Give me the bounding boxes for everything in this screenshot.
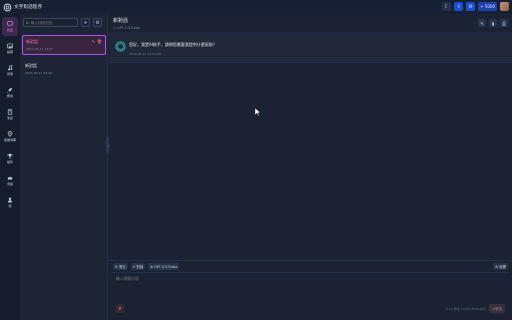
search-input[interactable] bbox=[31, 20, 77, 25]
model-select[interactable]: ⊛ GPT-3.5-Turbo bbox=[148, 263, 180, 270]
rail-label: 筆記 bbox=[6, 116, 13, 120]
trash-icon: ⊘ bbox=[115, 264, 118, 269]
send-button[interactable]: ➤ 發送 bbox=[489, 304, 505, 313]
rail-item-music[interactable]: 音樂 bbox=[2, 61, 18, 80]
export-icon: ⎙ bbox=[502, 20, 506, 26]
rail-item-me[interactable]: 我 bbox=[2, 193, 18, 212]
trash-icon: ⊘ bbox=[95, 19, 100, 26]
rail-item-image[interactable]: 繪圖 bbox=[2, 39, 18, 58]
crown-icon bbox=[7, 176, 13, 180]
app-title: 文字對話程序 bbox=[14, 5, 43, 10]
rail-item-apps[interactable]: 應用 bbox=[2, 83, 18, 102]
add-conversation-button[interactable]: + bbox=[81, 18, 90, 27]
rail-label: 我 bbox=[8, 204, 12, 208]
location-icon bbox=[7, 131, 13, 137]
rail-label: 音樂 bbox=[6, 72, 13, 76]
input-hint: Enter發送 | Shift+Enter換行 bbox=[445, 307, 486, 311]
tool-label: GPT-3.5-Turbo bbox=[154, 264, 178, 269]
delete-all-button[interactable]: ⊘ bbox=[93, 18, 102, 27]
send-label: 發送 bbox=[495, 307, 502, 311]
rail-label: 插件 bbox=[6, 160, 13, 164]
header-actions: ✎ ▮ ⎙ bbox=[478, 19, 508, 27]
conversation-time: 2024-06-11 14:07 bbox=[26, 47, 54, 51]
chat-model-label: GPT-3.5-Turbo bbox=[116, 26, 141, 30]
image-icon bbox=[7, 43, 13, 49]
tool-label: 設置 bbox=[499, 265, 506, 269]
rail-item-mindmap[interactable]: 思維導圖 bbox=[2, 127, 18, 146]
search-box bbox=[23, 18, 78, 27]
conversation-item[interactable]: 新對話 2024-06-11 09:46 bbox=[22, 60, 106, 80]
tool-label: 清空 bbox=[118, 265, 126, 269]
share-icon[interactable]: ⇪ bbox=[454, 2, 464, 11]
settings-icon[interactable]: ⚙ bbox=[466, 2, 476, 11]
search-icon bbox=[26, 21, 29, 24]
icon-rail: 對話 繪圖 音樂 應用 筆記 思維導圖 插件 會員 我 bbox=[0, 14, 20, 320]
avatar[interactable] bbox=[500, 2, 509, 11]
search-row: + ⊘ bbox=[23, 18, 102, 27]
rail-item-notes[interactable]: 筆記 bbox=[2, 105, 18, 124]
rail-item-member[interactable]: 會員 bbox=[2, 171, 18, 190]
user-icon bbox=[7, 197, 13, 203]
gear-icon: ⚙ bbox=[495, 264, 499, 269]
trophy-icon bbox=[7, 153, 13, 159]
chat-main: 新對話 ◎ GPT-3.5-Turbo ✎ ▮ ⎙ 您好，我是AI助手，請問您需… bbox=[109, 14, 512, 320]
top-bar: 文字對話程序 ☾ ⇪ ⚙ + 5000 bbox=[0, 0, 512, 14]
app-logo[interactable]: 文字對話程序 bbox=[3, 0, 42, 14]
chat-model: ◎ GPT-3.5-Turbo bbox=[113, 26, 508, 30]
conversation-time: 2024-06-11 09:46 bbox=[25, 71, 53, 75]
book-icon bbox=[7, 109, 13, 115]
openai-small-icon: ◎ bbox=[113, 26, 116, 30]
rail-label: 繪圖 bbox=[6, 50, 13, 54]
conversation-title: 新對話 bbox=[25, 63, 37, 68]
chat-icon bbox=[7, 21, 13, 27]
rocket-icon bbox=[7, 87, 13, 93]
chat-title: 新對話 bbox=[113, 18, 129, 24]
composer-toolbar: ⊘ 清空 ⊙ 對話 ⊛ GPT-3.5-Turbo ⚙ 設置 bbox=[109, 260, 512, 272]
attach-button[interactable]: ⬆ bbox=[116, 304, 124, 313]
message-input[interactable] bbox=[116, 276, 416, 288]
edit-icon: ✎ bbox=[480, 20, 484, 26]
delete-icon[interactable]: 🗑 bbox=[97, 39, 102, 44]
music-icon bbox=[7, 65, 13, 71]
mode-button[interactable]: ⊙ 對話 bbox=[130, 263, 146, 270]
openai-avatar-icon bbox=[115, 41, 126, 52]
settings-button[interactable]: ⚙ 設置 bbox=[493, 263, 508, 270]
conversation-item[interactable]: 新對話 2024-06-11 14:07 ✎ 🗑 bbox=[22, 35, 106, 55]
composer: ⬆ Enter發送 | Shift+Enter換行 ➤發送 bbox=[111, 272, 510, 318]
app-window: 文字對話程序 ☾ ⇪ ⚙ + 5000 對話 繪圖 音樂 應用 筆記 思維導圖 … bbox=[0, 0, 512, 320]
export-button[interactable]: ⎙ bbox=[500, 19, 508, 27]
rail-label: 對話 bbox=[6, 28, 13, 32]
trash-icon: ▮ bbox=[491, 20, 495, 26]
clear-button[interactable]: ⊘ 清空 bbox=[113, 263, 128, 270]
mouse-cursor-icon bbox=[255, 108, 261, 116]
chat-header: 新對話 ◎ GPT-3.5-Turbo ✎ ▮ ⎙ bbox=[109, 14, 512, 34]
model-icon: ⊛ bbox=[150, 264, 154, 269]
assistant-message: 您好，我是AI助手，請問您需要我提供什麼幫助？ 2024-06-11 14:07… bbox=[109, 35, 512, 63]
chat-small-icon: ⊙ bbox=[132, 264, 136, 269]
rail-item-chat[interactable]: 對話 bbox=[2, 17, 18, 36]
openai-logo-icon bbox=[3, 3, 12, 11]
upload-icon: ⬆ bbox=[118, 306, 122, 311]
credits-button[interactable]: + 5000 bbox=[478, 2, 497, 11]
top-actions: ☾ ⇪ ⚙ + 5000 bbox=[442, 2, 509, 11]
message-text: 您好，我是AI助手，請問您需要我提供什麼幫助？ bbox=[129, 42, 217, 47]
delete-chat-button[interactable]: ▮ bbox=[489, 19, 497, 27]
moon-icon[interactable]: ☾ bbox=[442, 2, 452, 11]
message-time: 2024-06-11 14:07:48 bbox=[129, 52, 161, 56]
rail-label: 會員 bbox=[6, 182, 13, 186]
rail-label: 思維導圖 bbox=[3, 138, 16, 142]
conversation-actions: ✎ 🗑 bbox=[92, 39, 102, 44]
edit-title-button[interactable]: ✎ bbox=[478, 19, 486, 27]
rail-label: 應用 bbox=[6, 94, 13, 98]
conversation-panel: + ⊘ 新對話 2024-06-11 14:07 ✎ 🗑 新對話 2024-06… bbox=[20, 14, 108, 320]
tool-label: 對話 bbox=[136, 265, 144, 269]
edit-icon[interactable]: ✎ bbox=[92, 39, 95, 44]
rail-item-plugins[interactable]: 插件 bbox=[2, 149, 18, 168]
